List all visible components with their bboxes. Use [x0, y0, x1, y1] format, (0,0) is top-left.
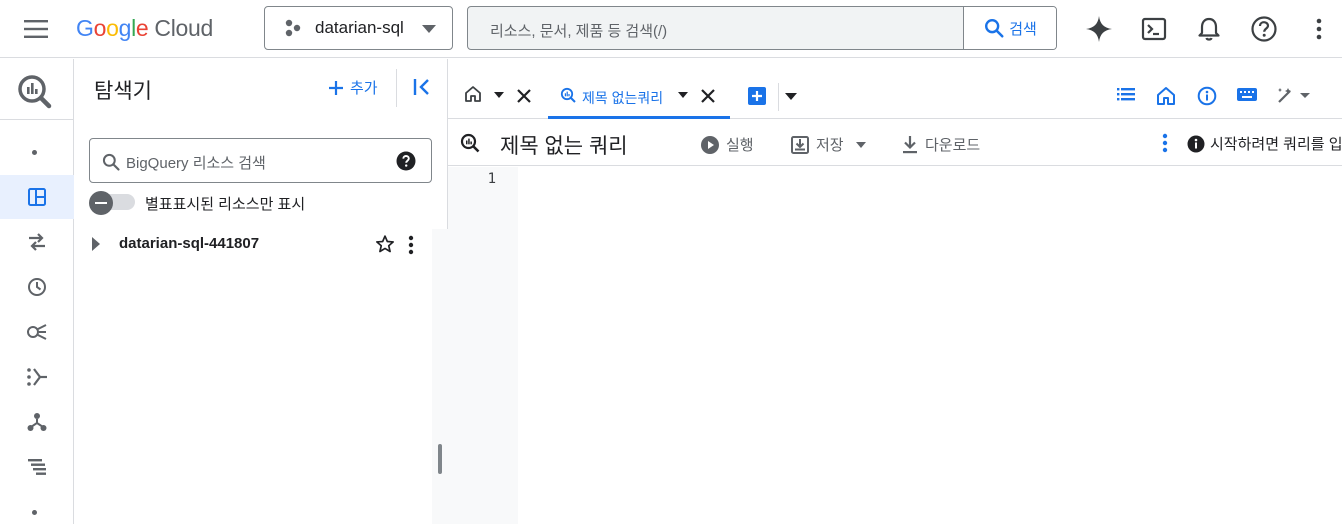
cloud-shell-icon[interactable]	[1140, 15, 1168, 43]
more-vert-icon[interactable]	[407, 234, 415, 256]
download-button-label: 다운로드	[925, 137, 981, 154]
list-icon[interactable]	[1116, 86, 1136, 102]
explorer-title: 탐색기	[94, 80, 152, 103]
rail-pipelines-icon[interactable]	[0, 355, 74, 399]
chevron-down-icon	[422, 25, 436, 33]
plus-icon	[329, 80, 343, 95]
rail-analytics-hub-icon[interactable]	[0, 310, 74, 354]
run-button-label: 실행	[726, 137, 754, 154]
star-icon[interactable]	[375, 234, 395, 254]
google-cloud-logo[interactable]: Google Cloud	[76, 12, 213, 44]
home-icon[interactable]	[1156, 86, 1176, 106]
expand-arrow-icon[interactable]	[91, 237, 101, 251]
new-query-button[interactable]	[747, 86, 767, 106]
rail-data-transfer-icon[interactable]	[0, 220, 74, 264]
rail-divider	[0, 119, 74, 120]
cloud-wordmark: Cloud	[154, 15, 214, 41]
project-node-name[interactable]: datarian-sql-441807	[119, 235, 259, 252]
explorer-scrollbar[interactable]	[432, 229, 448, 524]
keyboard-icon[interactable]	[1236, 86, 1258, 104]
add-button[interactable]: 추가	[328, 77, 378, 98]
help-icon[interactable]	[1250, 15, 1278, 43]
query-icon	[460, 133, 480, 153]
notifications-bell-icon[interactable]	[1195, 15, 1223, 43]
project-selector[interactable]: datarian-sql	[264, 6, 453, 50]
run-button[interactable]: 실행	[700, 134, 754, 155]
save-button[interactable]: 저장	[790, 134, 866, 155]
scroll-thumb[interactable]	[438, 444, 442, 474]
project-name: datarian-sql	[315, 18, 404, 37]
logo-letter: g	[118, 15, 132, 41]
rail-dataform-icon[interactable]	[0, 400, 74, 444]
project-hub-icon	[285, 19, 301, 37]
more-vert-icon[interactable]	[1305, 15, 1333, 43]
save-button-label: 저장	[816, 137, 844, 154]
tab-untitled-query[interactable]: 제목 없는쿼리	[548, 73, 730, 119]
explorer-header-divider	[396, 69, 397, 107]
logo-letter: o	[93, 15, 107, 41]
play-circle-icon	[701, 135, 719, 154]
magic-wand-icon[interactable]	[1276, 86, 1310, 104]
tab-divider	[778, 83, 779, 111]
global-search[interactable]: 리소스, 문서, 제품 등 검색(/) 검색	[467, 6, 1057, 50]
search-button-label: 검색	[1009, 20, 1037, 38]
explorer-panel: 탐색기 추가 BigQuery 리소스 검색 별표표시된 리소스만 표시 dat…	[74, 59, 448, 524]
chevron-down-icon[interactable]	[678, 92, 688, 98]
tab-label: 제목 없는쿼리	[582, 90, 664, 106]
google-wordmark: Google	[76, 15, 149, 41]
query-hint-text: 시작하려면 쿼리를 입	[1210, 136, 1342, 153]
home-tab-icon[interactable]	[464, 85, 482, 103]
logo-letter: o	[106, 15, 119, 41]
line-number: 1	[487, 171, 496, 187]
sql-editor[interactable]: 1	[448, 167, 1342, 524]
toggle-knob-icon	[89, 191, 113, 215]
query-title: 제목 없는 쿼리	[500, 135, 628, 158]
download-button[interactable]: 다운로드	[901, 134, 980, 155]
logo-letter: G	[76, 15, 94, 41]
editor-tab-bar: 제목 없는쿼리	[448, 59, 1342, 119]
more-vert-icon[interactable]	[1161, 132, 1169, 154]
collapse-panel-icon[interactable]	[412, 77, 432, 97]
query-hint: 시작하려면 쿼리를 입	[1187, 133, 1342, 154]
rail-scheduled-queries-icon[interactable]	[0, 265, 74, 309]
starred-only-toggle[interactable]	[89, 191, 135, 215]
search-button[interactable]: 검색	[963, 7, 1056, 49]
chevron-down-icon[interactable]	[785, 93, 797, 100]
info-icon[interactable]	[1197, 86, 1217, 106]
help-icon[interactable]	[396, 151, 416, 171]
top-app-bar: Google Cloud datarian-sql 리소스, 문서, 제품 등 검…	[0, 0, 1342, 58]
save-icon	[791, 135, 809, 154]
close-icon[interactable]	[700, 88, 716, 104]
query-icon	[560, 87, 576, 103]
bigquery-logo-icon[interactable]	[16, 73, 54, 109]
query-toolbar: 제목 없는 쿼리 실행 저장 다운로드 시작하려면 쿼리를 입	[448, 120, 1342, 166]
starred-only-label: 별표표시된 리소스만 표시	[145, 196, 306, 213]
line-number-gutter: 1	[448, 167, 518, 524]
download-icon	[903, 135, 917, 153]
info-icon	[1187, 135, 1205, 152]
explorer-search-input[interactable]: BigQuery 리소스 검색	[126, 152, 266, 173]
close-icon[interactable]	[516, 88, 532, 104]
add-box-icon	[748, 87, 766, 105]
add-button-label: 추가	[350, 80, 378, 97]
search-input[interactable]: 리소스, 문서, 제품 등 검색(/)	[490, 20, 667, 41]
rail-dot-icon	[32, 510, 37, 515]
main-menu-icon[interactable]	[22, 16, 50, 42]
chevron-down-icon	[855, 141, 866, 148]
rail-dot-icon	[32, 150, 37, 155]
chevron-down-icon[interactable]	[494, 92, 504, 98]
logo-letter: e	[135, 15, 149, 41]
tree-row-project[interactable]: datarian-sql-441807	[89, 231, 431, 261]
search-icon	[985, 19, 1004, 38]
rail-studio-icon[interactable]	[0, 175, 74, 219]
search-icon	[102, 153, 120, 171]
bigquery-navigation-rail	[0, 59, 74, 524]
gemini-sparkle-icon[interactable]	[1085, 15, 1113, 43]
rail-lineage-icon[interactable]	[0, 445, 74, 489]
explorer-search-box[interactable]: BigQuery 리소스 검색	[89, 138, 432, 183]
